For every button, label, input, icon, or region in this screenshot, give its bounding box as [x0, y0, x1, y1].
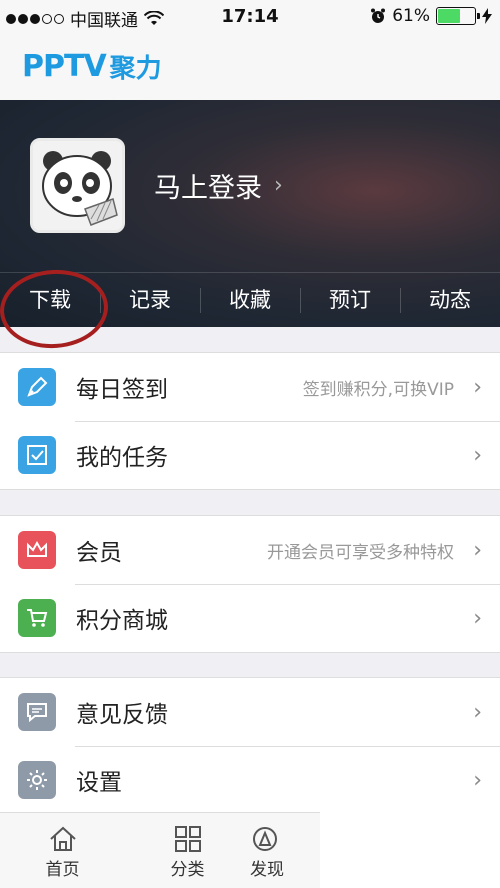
menu-group-tasks: 每日签到 签到赚积分,可换VIP › 我的任务 › — [0, 352, 500, 490]
status-bar: 中国联通 17:14 61% — [0, 0, 500, 34]
menu-item-label: 我的任务 — [76, 445, 168, 471]
cart-icon — [18, 599, 56, 637]
tab-activity[interactable]: 动态 — [400, 274, 500, 327]
tab-label: 发现 — [250, 860, 284, 880]
bottom-tabbar: 首页 分类 发现 — [0, 812, 320, 888]
chevron-right-icon: › — [473, 537, 482, 563]
status-right: 61% — [370, 6, 492, 26]
cropped-area — [320, 812, 500, 888]
chevron-right-icon: › — [473, 442, 482, 468]
menu-group-system: 意见反馈 › 设置 › — [0, 677, 500, 815]
panda-avatar-icon — [33, 141, 122, 230]
menu-item-label: 设置 — [76, 770, 122, 796]
tab-label: 首页 — [45, 860, 80, 880]
pptv-logo: PPTV 聚力 — [22, 48, 162, 85]
tab-category[interactable]: 分类 — [125, 813, 250, 888]
gear-icon — [18, 761, 56, 799]
battery-icon — [436, 7, 480, 25]
alarm-icon — [371, 8, 386, 23]
menu-item-label: 会员 — [76, 540, 122, 566]
pen-icon — [18, 368, 56, 406]
battery-percent: 61% — [392, 6, 430, 26]
grid-icon — [174, 826, 201, 852]
menu-item-label: 每日签到 — [76, 377, 168, 403]
tab-label: 分类 — [170, 860, 205, 880]
menu-item-hint: 签到赚积分,可换VIP — [302, 379, 454, 400]
discover-icon — [253, 827, 277, 851]
home-icon — [49, 826, 76, 851]
menu-item-daily-checkin[interactable]: 每日签到 签到赚积分,可换VIP › — [0, 353, 500, 421]
menu-item-label: 积分商城 — [76, 608, 168, 634]
chevron-right-icon: › — [274, 173, 283, 198]
tab-discover[interactable]: 发现 — [250, 813, 320, 888]
charging-icon — [482, 8, 492, 24]
menu-group-membership: 会员 开通会员可享受多种特权 › 积分商城 › — [0, 515, 500, 653]
chevron-right-icon: › — [473, 767, 482, 793]
menu-item-label: 意见反馈 — [76, 702, 168, 728]
menu-item-hint: 开通会员可享受多种特权 — [267, 542, 454, 563]
crown-icon — [18, 531, 56, 569]
avatar[interactable] — [30, 138, 125, 233]
tab-favorites[interactable]: 收藏 — [200, 274, 300, 327]
checkbox-icon — [18, 436, 56, 474]
tab-home[interactable]: 首页 — [0, 813, 125, 888]
app-header: PPTV 聚力 — [0, 34, 500, 100]
login-link[interactable]: 马上登录 › — [154, 166, 283, 205]
menu-item-vip[interactable]: 会员 开通会员可享受多种特权 › — [0, 516, 500, 584]
logo-suffix: 聚力 — [109, 54, 162, 84]
login-label: 马上登录 — [154, 173, 262, 204]
chevron-right-icon: › — [473, 605, 482, 631]
chevron-right-icon: › — [473, 374, 482, 400]
menu-item-points-mall[interactable]: 积分商城 › — [0, 584, 500, 652]
menu-item-settings[interactable]: 设置 › — [0, 746, 500, 814]
tab-reservations[interactable]: 预订 — [300, 274, 400, 327]
menu-item-feedback[interactable]: 意见反馈 › — [0, 678, 500, 746]
logo-main: PPTV — [22, 49, 107, 84]
tab-history[interactable]: 记录 — [100, 274, 200, 327]
chevron-right-icon: › — [473, 699, 482, 725]
menu-item-my-tasks[interactable]: 我的任务 › — [0, 421, 500, 489]
chat-icon — [18, 693, 56, 731]
battery-fill — [438, 9, 460, 23]
